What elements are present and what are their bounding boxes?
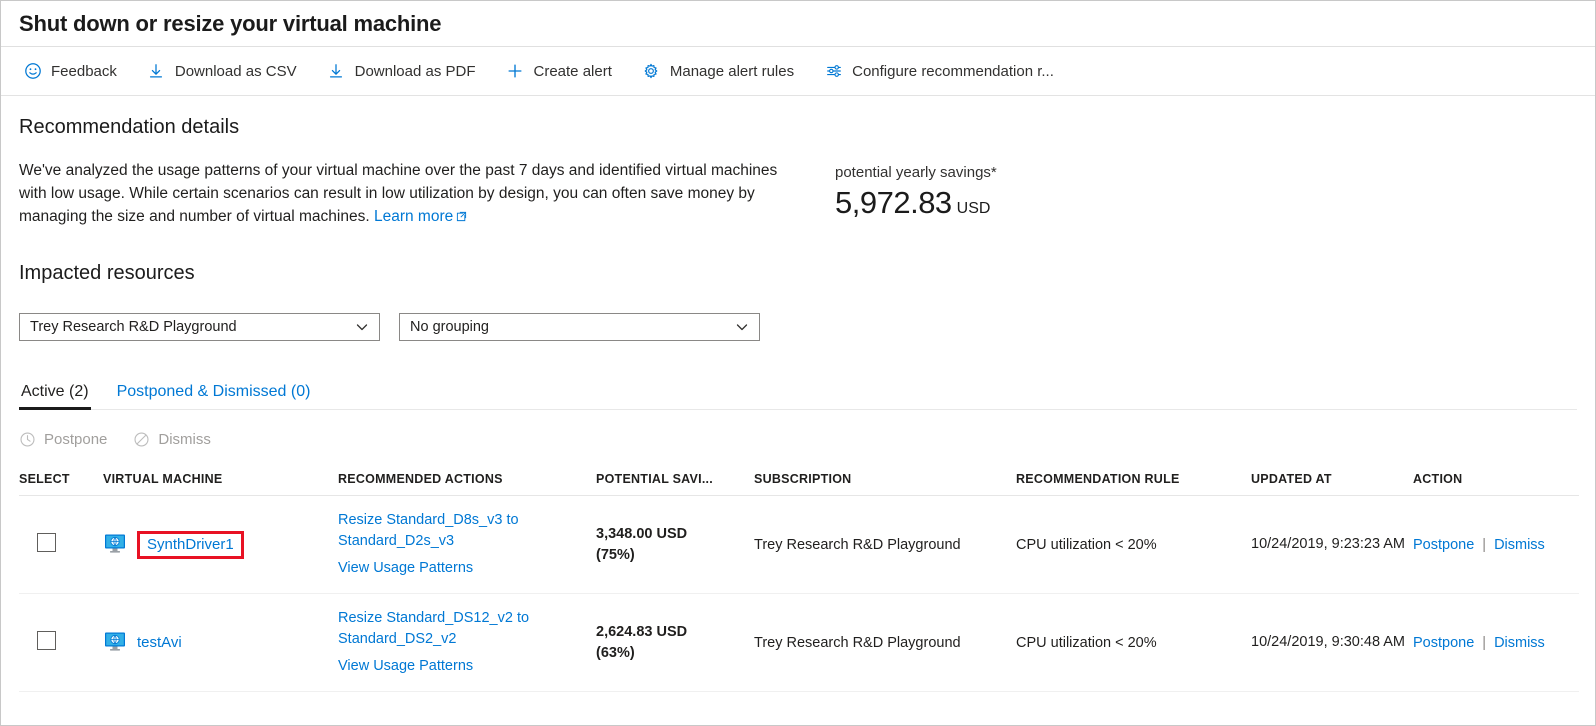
row-dismiss-link[interactable]: Dismiss <box>1494 635 1545 651</box>
blade-title-bar: Shut down or resize your virtual machine <box>1 1 1595 47</box>
recommendation-blade: Shut down or resize your virtual machine… <box>0 0 1596 726</box>
row-virtual-machine-cell: SynthDriver1 <box>103 496 338 594</box>
grouping-filter-value: No grouping <box>410 319 727 335</box>
row-subscription-cell: Trey Research R&D Playground <box>754 594 1016 692</box>
view-usage-patterns-link[interactable]: View Usage Patterns <box>338 558 588 579</box>
row-recommended-actions-cell: Resize Standard_DS12_v2 to Standard_DS2_… <box>338 594 596 692</box>
row-subscription-cell: Trey Research R&D Playground <box>754 496 1016 594</box>
row-updated-at-cell: 10/24/2019, 9:23:23 AM <box>1251 496 1413 594</box>
potential-savings-amount: 5,972.83 <box>835 185 952 221</box>
grid-command-bar: Postpone Dismiss <box>19 431 1577 448</box>
create-alert-label: Create alert <box>534 63 612 80</box>
column-header-virtual-machine: VIRTUAL MACHINE <box>103 466 338 496</box>
tab-active[interactable]: Active (2) <box>19 383 91 409</box>
grouping-filter-dropdown[interactable]: No grouping <box>399 313 760 341</box>
row-checkbox[interactable] <box>37 631 56 650</box>
row-select-cell <box>19 594 103 692</box>
virtual-machine-link[interactable]: testAvi <box>137 634 182 651</box>
row-potential-savings-cell: 2,624.83 USD (63%) <box>596 594 754 692</box>
postpone-button[interactable]: Postpone <box>19 431 107 448</box>
resize-action-link[interactable]: Resize Standard_DS12_v2 to Standard_DS2_… <box>338 608 588 650</box>
savings-amount: 2,624.83 USD <box>596 622 746 643</box>
resize-action-link[interactable]: Resize Standard_D8s_v3 to Standard_D2s_v… <box>338 510 588 552</box>
row-postpone-link[interactable]: Postpone <box>1413 635 1474 651</box>
download-pdf-label: Download as PDF <box>355 63 476 80</box>
subscription-filter-value: Trey Research R&D Playground <box>30 319 347 335</box>
column-header-subscription: SUBSCRIPTION <box>754 466 1016 496</box>
table-row: testAvi Resize Standard_DS12_v2 to Stand… <box>19 594 1579 692</box>
postpone-label: Postpone <box>44 431 107 448</box>
recommendation-details-heading: Recommendation details <box>19 116 1577 139</box>
virtual-machine-icon <box>103 629 127 657</box>
download-icon <box>147 62 166 81</box>
learn-more-label: Learn more <box>374 208 453 225</box>
recommendation-details-row: We've analyzed the usage patterns of you… <box>19 159 1577 229</box>
manage-alert-rules-label: Manage alert rules <box>670 63 794 80</box>
row-dismiss-link[interactable]: Dismiss <box>1494 537 1545 553</box>
column-header-recommendation-rule: RECOMMENDATION RULE <box>1016 466 1251 496</box>
column-header-potential-savings: POTENTIAL SAVI... <box>596 466 754 496</box>
smiley-icon <box>23 62 42 81</box>
download-pdf-button[interactable]: Download as PDF <box>323 57 490 86</box>
recommendations-table: SELECT VIRTUAL MACHINE RECOMMENDED ACTIO… <box>19 466 1579 692</box>
learn-more-link[interactable]: Learn more <box>374 208 453 225</box>
row-postpone-link[interactable]: Postpone <box>1413 537 1474 553</box>
configure-recommendation-rules-button[interactable]: Configure recommendation r... <box>820 57 1068 86</box>
row-virtual-machine-cell: testAvi <box>103 594 338 692</box>
sliders-icon <box>824 62 843 81</box>
savings-amount: 3,348.00 USD <box>596 524 746 545</box>
column-header-recommended-actions: RECOMMENDED ACTIONS <box>338 466 596 496</box>
plus-icon <box>506 62 525 81</box>
external-link-icon <box>456 206 467 229</box>
create-alert-button[interactable]: Create alert <box>502 57 626 86</box>
table-row: SynthDriver1 Resize Standard_D8s_v3 to S… <box>19 496 1579 594</box>
feedback-label: Feedback <box>51 63 117 80</box>
column-header-action: ACTION <box>1413 466 1579 496</box>
row-recommended-actions-cell: Resize Standard_D8s_v3 to Standard_D2s_v… <box>338 496 596 594</box>
impacted-resources-heading: Impacted resources <box>19 262 1577 285</box>
configure-recommendation-rules-label: Configure recommendation r... <box>852 63 1054 80</box>
command-toolbar: Feedback Download as CSV Download as PDF… <box>1 47 1595 96</box>
chevron-down-icon <box>355 320 369 334</box>
tab-postponed-dismissed[interactable]: Postponed & Dismissed (0) <box>115 383 313 409</box>
manage-alert-rules-button[interactable]: Manage alert rules <box>638 57 808 86</box>
clock-icon <box>19 431 36 448</box>
column-header-select: SELECT <box>19 466 103 496</box>
tabs: Active (2) Postponed & Dismissed (0) <box>19 376 1577 410</box>
dismiss-button[interactable]: Dismiss <box>133 431 211 448</box>
page-title: Shut down or resize your virtual machine <box>19 11 441 37</box>
recommendation-description: We've analyzed the usage patterns of you… <box>19 159 809 229</box>
filters-row: Trey Research R&D Playground No grouping <box>19 313 1577 341</box>
potential-savings-currency: USD <box>957 200 991 218</box>
row-action-cell: Postpone | Dismiss <box>1413 496 1579 594</box>
row-select-cell <box>19 496 103 594</box>
table-header-row: SELECT VIRTUAL MACHINE RECOMMENDED ACTIO… <box>19 466 1579 496</box>
block-icon <box>133 431 150 448</box>
gear-icon <box>642 62 661 81</box>
feedback-button[interactable]: Feedback <box>19 57 131 86</box>
row-checkbox[interactable] <box>37 533 56 552</box>
potential-savings-label: potential yearly savings* <box>835 163 997 183</box>
action-separator: | <box>1482 537 1486 553</box>
savings-percent: (63%) <box>596 643 746 664</box>
blade-content: Recommendation details We've analyzed th… <box>1 116 1595 692</box>
row-action-cell: Postpone | Dismiss <box>1413 594 1579 692</box>
row-updated-at-cell: 10/24/2019, 9:30:48 AM <box>1251 594 1413 692</box>
download-icon <box>327 62 346 81</box>
subscription-filter-dropdown[interactable]: Trey Research R&D Playground <box>19 313 380 341</box>
dismiss-label: Dismiss <box>158 431 211 448</box>
column-header-updated-at: UPDATED AT <box>1251 466 1413 496</box>
chevron-down-icon <box>735 320 749 334</box>
savings-percent: (75%) <box>596 545 746 566</box>
virtual-machine-link[interactable]: SynthDriver1 <box>137 531 244 559</box>
download-csv-button[interactable]: Download as CSV <box>143 57 311 86</box>
view-usage-patterns-link[interactable]: View Usage Patterns <box>338 656 588 677</box>
virtual-machine-icon <box>103 531 127 559</box>
download-csv-label: Download as CSV <box>175 63 297 80</box>
potential-savings-panel: potential yearly savings* 5,972.83 USD <box>835 159 997 221</box>
row-potential-savings-cell: 3,348.00 USD (75%) <box>596 496 754 594</box>
row-recommendation-rule-cell: CPU utilization < 20% <box>1016 594 1251 692</box>
action-separator: | <box>1482 635 1486 651</box>
row-recommendation-rule-cell: CPU utilization < 20% <box>1016 496 1251 594</box>
